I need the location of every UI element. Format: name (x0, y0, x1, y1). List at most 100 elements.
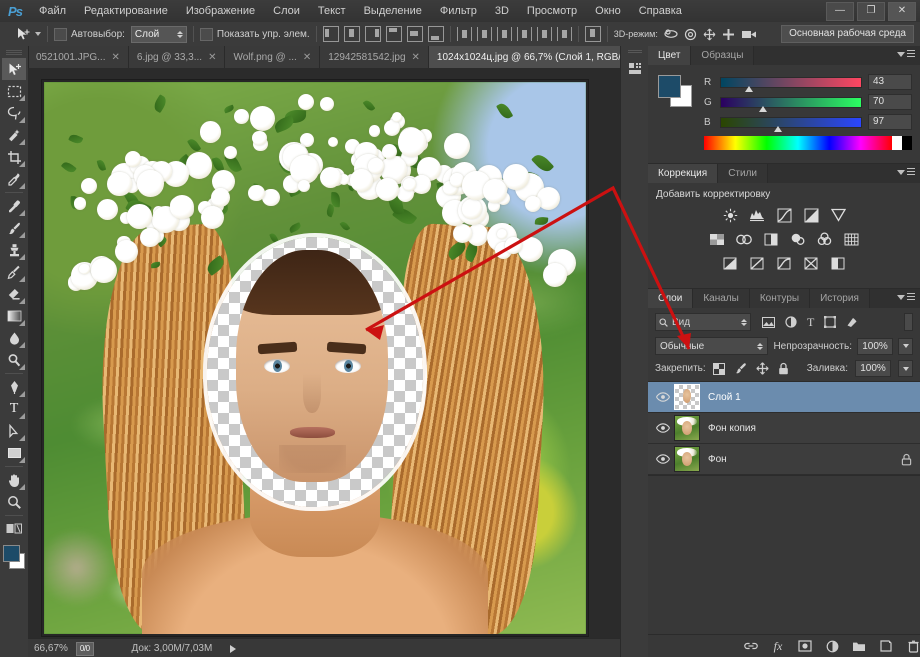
tab-swatches[interactable]: Образцы (691, 46, 754, 65)
layer-thumbnail[interactable] (674, 446, 700, 472)
shape-tool[interactable] (2, 442, 26, 464)
document-image[interactable] (44, 82, 586, 634)
align-bottom-edges-icon[interactable] (428, 26, 444, 42)
clone-stamp-tool[interactable] (2, 239, 26, 261)
tab-layers[interactable]: Слои (648, 289, 693, 308)
gradient-tool[interactable] (2, 305, 26, 327)
color-swatches[interactable] (2, 544, 26, 570)
active-tool-preview[interactable] (0, 26, 41, 42)
filter-type-layers-icon[interactable]: T (807, 315, 814, 330)
tool-preset-chevron-icon[interactable] (35, 32, 41, 36)
lock-transparent-pixels-icon[interactable] (713, 363, 725, 375)
layer-visibility-toggle[interactable] (652, 454, 674, 464)
layer-name[interactable]: Фон (708, 454, 901, 465)
spectrum-white[interactable] (892, 136, 902, 150)
pasted-face-layer[interactable] (236, 250, 388, 482)
color-panel-menu-button[interactable] (897, 50, 915, 58)
lasso-tool[interactable] (2, 102, 26, 124)
distribute-vertical-centers-icon[interactable] (477, 27, 492, 41)
auto-align-layers-icon[interactable] (585, 26, 601, 42)
canvas-area[interactable] (28, 68, 648, 638)
exposure-icon[interactable] (802, 206, 821, 224)
distribute-right-edges-icon[interactable] (557, 27, 572, 41)
menu-item-filter[interactable]: Фильтр (431, 0, 486, 22)
document-tab-3[interactable]: Wolf.png @ ... ✕ (225, 46, 320, 68)
document-tab-1[interactable]: 0521001.JPG... ✕ (28, 46, 129, 68)
tab-channels[interactable]: Каналы (693, 289, 750, 308)
close-icon[interactable]: ✕ (112, 52, 120, 63)
lock-image-pixels-icon[interactable] (734, 362, 747, 375)
new-group-icon[interactable] (852, 639, 866, 653)
distribute-horizontal-centers-icon[interactable] (537, 27, 552, 41)
layer-mask-icon[interactable] (798, 639, 812, 653)
slider-track-g[interactable] (720, 97, 862, 108)
auto-select-option[interactable]: Автовыбор: (54, 28, 125, 41)
color-lookup-icon[interactable] (842, 230, 861, 248)
layer-row-3[interactable]: Фон (648, 444, 920, 475)
zoom-tool[interactable] (2, 491, 26, 513)
filter-shape-layers-icon[interactable] (824, 316, 836, 328)
hand-tool[interactable] (2, 469, 26, 491)
spectrum-hues[interactable] (704, 136, 892, 150)
layer-visibility-toggle[interactable] (652, 423, 674, 433)
3d-orbit-icon[interactable] (664, 28, 678, 40)
menu-item-select[interactable]: Выделение (355, 0, 431, 22)
close-icon[interactable]: ✕ (303, 52, 311, 63)
invert-icon[interactable] (721, 254, 740, 272)
menu-item-help[interactable]: Справка (630, 0, 691, 22)
black-white-icon[interactable] (761, 230, 780, 248)
layer-thumbnail[interactable] (674, 384, 700, 410)
tab-history[interactable]: История (810, 289, 870, 308)
document-tab-2[interactable]: 6.jpg @ 33,3... ✕ (129, 46, 226, 68)
document-tab-4[interactable]: 12942581542.jpg ✕ (320, 46, 429, 68)
auto-select-scope-dropdown[interactable]: Слой (131, 26, 187, 43)
move-tool[interactable] (2, 58, 26, 80)
status-menu-arrow-icon[interactable] (230, 645, 236, 653)
channel-value-g[interactable]: 70 (868, 94, 912, 110)
auto-select-checkbox[interactable] (54, 28, 67, 41)
gradient-map-icon[interactable] (829, 254, 848, 272)
tab-adjustments[interactable]: Коррекция (648, 164, 718, 183)
menu-item-layers[interactable]: Слои (264, 0, 309, 22)
filter-adjustment-layers-icon[interactable] (785, 316, 797, 328)
layer-visibility-toggle[interactable] (652, 392, 674, 402)
workspace-switcher-button[interactable]: Основная рабочая среда (781, 25, 914, 43)
dock-grip[interactable] (628, 50, 642, 54)
zoom-level[interactable]: 66,67% (34, 643, 68, 654)
vibrance-icon[interactable] (829, 206, 848, 224)
show-transform-controls-option[interactable]: Показать упр. элем. (200, 28, 310, 41)
align-top-edges-icon[interactable] (386, 26, 402, 42)
distribute-top-edges-icon[interactable] (457, 27, 472, 41)
spectrum-black[interactable] (902, 136, 912, 150)
panel-grip[interactable] (6, 50, 22, 55)
layers-panel-menu-button[interactable] (897, 293, 915, 301)
color-balance-icon[interactable] (734, 230, 753, 248)
channel-value-r[interactable]: 43 (868, 74, 912, 90)
show-transform-controls-checkbox[interactable] (200, 28, 213, 41)
photo-filter-icon[interactable] (788, 230, 807, 248)
layer-style-fx-icon[interactable]: fx (771, 639, 785, 653)
adjustment-layer-icon[interactable] (825, 639, 839, 653)
menu-item-view[interactable]: Просмотр (518, 0, 586, 22)
close-icon[interactable]: ✕ (208, 52, 216, 63)
layer-name[interactable]: Фон копия (708, 423, 912, 434)
quick-selection-tool[interactable] (2, 124, 26, 146)
dodge-tool[interactable] (2, 349, 26, 371)
foreground-color-swatch[interactable] (3, 545, 20, 562)
layer-filter-dropdown[interactable]: Вид (655, 313, 751, 331)
menu-item-image[interactable]: Изображение (177, 0, 264, 22)
align-left-edges-icon[interactable] (323, 26, 339, 42)
slider-track-r[interactable] (720, 77, 862, 88)
3d-roll-icon[interactable] (684, 28, 697, 41)
layer-thumbnail[interactable] (674, 415, 700, 441)
blur-tool[interactable] (2, 327, 26, 349)
delete-layer-icon[interactable] (906, 639, 920, 653)
hue-saturation-icon[interactable] (707, 230, 726, 248)
layer-row-1[interactable]: Слой 1 (648, 382, 920, 413)
rectangular-marquee-tool[interactable] (2, 80, 26, 102)
layer-name[interactable]: Слой 1 (708, 392, 912, 403)
filter-pixel-layers-icon[interactable] (762, 317, 775, 328)
channel-mixer-icon[interactable] (815, 230, 834, 248)
lock-position-icon[interactable] (756, 362, 769, 375)
close-icon[interactable]: ✕ (412, 52, 420, 63)
